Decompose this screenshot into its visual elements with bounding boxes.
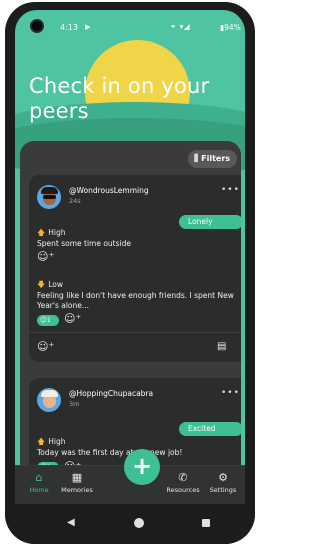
down-arrow-icon: 🡇 <box>37 280 46 289</box>
nav-resources[interactable]: ✆ Resources <box>161 471 205 494</box>
smiley-icon: ☺ <box>40 316 47 324</box>
post-time: 24s <box>69 197 81 205</box>
recent-apps-icon[interactable] <box>202 519 210 527</box>
connectivity-icons: ⚭ ▾◢ <box>170 22 191 31</box>
comment-icon[interactable]: ▤ <box>217 341 226 352</box>
mood-badge: Excited <box>179 422 241 436</box>
reaction-count-badge[interactable]: ☺1 <box>37 315 59 326</box>
nav-label: Home <box>29 486 49 494</box>
up-arrow-icon: 🡅 <box>37 437 46 446</box>
battery-percent: 94% <box>224 23 241 32</box>
level-label: High <box>48 228 66 237</box>
back-icon[interactable]: ◀ <box>67 517 75 528</box>
filters-button[interactable]: ⫼ Filters <box>188 150 238 168</box>
add-reaction-icon[interactable]: ☺⁺ <box>37 250 54 263</box>
gear-icon: ⚙ <box>218 471 228 484</box>
avatar-glasses <box>43 195 56 199</box>
add-reaction-icon[interactable]: ☺⁺ <box>37 340 54 353</box>
level-label: High <box>48 437 66 446</box>
status-time: 4:13 <box>60 23 78 32</box>
feed-panel: ⫼ Filters @WondrousLemming 24s ••• Lonely… <box>20 141 241 481</box>
calendar-icon: ▦ <box>71 471 83 484</box>
more-options-icon[interactable]: ••• <box>221 185 240 195</box>
nav-settings[interactable]: ⚙ Settings <box>201 471 245 494</box>
avatar-hair <box>41 187 58 194</box>
app-screen: 4:13 ▶ ⚭ ▾◢ ▮94% Check in on your peers … <box>15 10 245 504</box>
status-bar: 4:13 ▶ ⚭ ▾◢ ▮94% <box>15 10 245 33</box>
post-card[interactable]: @WondrousLemming 24s ••• Lonely 🡅 High Sp… <box>29 175 241 362</box>
nav-label: Settings <box>209 486 237 494</box>
battery-level: ▮94% <box>220 23 241 32</box>
nav-label: Resources <box>166 486 200 494</box>
post-time: 3m <box>69 400 80 408</box>
post-entry-text: Spent some time outside <box>37 239 131 248</box>
avatar-hair <box>41 390 58 397</box>
nav-memories[interactable]: ▦ Memories <box>55 471 99 494</box>
filters-label: Filters <box>201 154 231 163</box>
nav-label: Memories <box>61 486 93 494</box>
page-title: Check in on your peers <box>29 74 210 123</box>
system-navigation-bar: ◀ <box>5 504 255 544</box>
media-icon: ▶ <box>85 23 91 31</box>
avatar[interactable] <box>37 388 61 412</box>
avatar[interactable] <box>37 185 61 209</box>
more-options-icon[interactable]: ••• <box>221 388 240 398</box>
camera-cutout <box>30 19 44 33</box>
reaction-count: 1 <box>46 316 51 324</box>
post-username[interactable]: @HoppingChupacabra <box>69 389 153 398</box>
add-checkin-button[interactable]: + <box>124 449 160 485</box>
post-username[interactable]: @WondrousLemming <box>69 186 149 195</box>
filter-sliders-icon: ⫼ <box>194 154 199 164</box>
level-label: Low <box>48 280 64 289</box>
up-arrow-icon: 🡅 <box>37 228 46 237</box>
home-circle-icon[interactable] <box>134 518 144 528</box>
phone-icon: ✆ <box>178 471 188 484</box>
post-entry-text: Feeling like I don't have enough friends… <box>37 291 234 310</box>
add-reaction-icon[interactable]: ☺⁺ <box>64 312 81 325</box>
phone-frame: 4:13 ▶ ⚭ ▾◢ ▮94% Check in on your peers … <box>5 2 255 544</box>
mood-badge: Lonely <box>179 215 241 229</box>
divider <box>29 332 241 333</box>
